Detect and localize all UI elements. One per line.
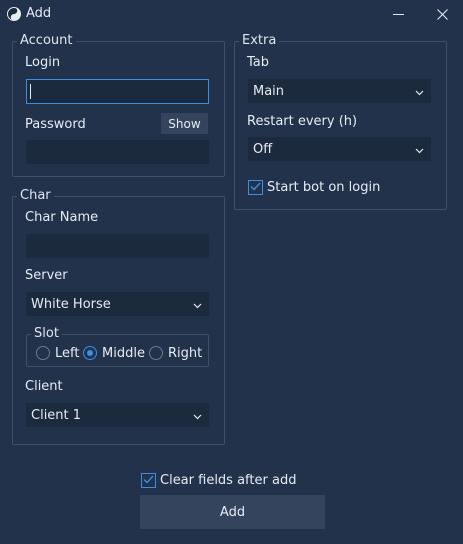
close-button[interactable]: [420, 0, 463, 28]
tab-label: Tab: [247, 55, 270, 70]
text-caret: [30, 84, 31, 99]
checkmark-icon: [250, 180, 261, 195]
server-value: White Horse: [31, 296, 111, 312]
extra-legend: Extra: [242, 33, 277, 48]
slot-middle-label: Middle: [102, 346, 145, 361]
close-icon: [436, 8, 448, 20]
restart-label: Restart every (h): [247, 114, 358, 129]
add-button[interactable]: Add: [140, 495, 325, 529]
chevron-down-icon: [415, 86, 424, 101]
account-legend: Account: [20, 33, 73, 48]
yin-yang-icon: [6, 6, 22, 22]
slot-left-label: Left: [55, 346, 80, 361]
restart-dropdown[interactable]: Off: [248, 137, 431, 161]
login-field[interactable]: [26, 79, 209, 104]
start-bot-label: Start bot on login: [267, 180, 381, 195]
server-dropdown[interactable]: White Horse: [26, 292, 209, 316]
checkmark-icon: [143, 473, 154, 488]
show-password-button[interactable]: Show: [161, 113, 208, 134]
tab-value: Main: [253, 83, 285, 99]
clear-fields-label: Clear fields after add: [160, 473, 297, 488]
minimize-icon: [392, 9, 404, 20]
login-label: Login: [25, 55, 61, 70]
char-legend: Char: [20, 188, 51, 203]
clear-fields-checkbox[interactable]: [141, 473, 156, 488]
title-bar: Add: [0, 0, 463, 28]
chevron-down-icon: [193, 299, 202, 314]
chevron-down-icon: [415, 144, 424, 159]
slot-right-label: Right: [168, 346, 203, 361]
password-field[interactable]: [26, 140, 209, 164]
char-name-label: Char Name: [25, 210, 99, 225]
restart-value: Off: [253, 141, 273, 157]
slot-right-radio[interactable]: [149, 346, 163, 360]
password-label: Password: [25, 117, 86, 132]
server-label: Server: [25, 268, 68, 283]
slot-left-radio[interactable]: [36, 346, 50, 360]
char-name-field[interactable]: [26, 234, 209, 258]
minimize-button[interactable]: [376, 0, 420, 28]
window-title: Add: [26, 6, 52, 21]
client-value: Client 1: [31, 407, 82, 423]
tab-dropdown[interactable]: Main: [248, 79, 431, 103]
client-dropdown[interactable]: Client 1: [26, 403, 209, 427]
slot-middle-radio[interactable]: [83, 346, 97, 360]
start-bot-checkbox[interactable]: [248, 180, 263, 195]
slot-legend: Slot: [34, 326, 59, 341]
chevron-down-icon: [193, 410, 202, 425]
client-label: Client: [25, 379, 63, 394]
